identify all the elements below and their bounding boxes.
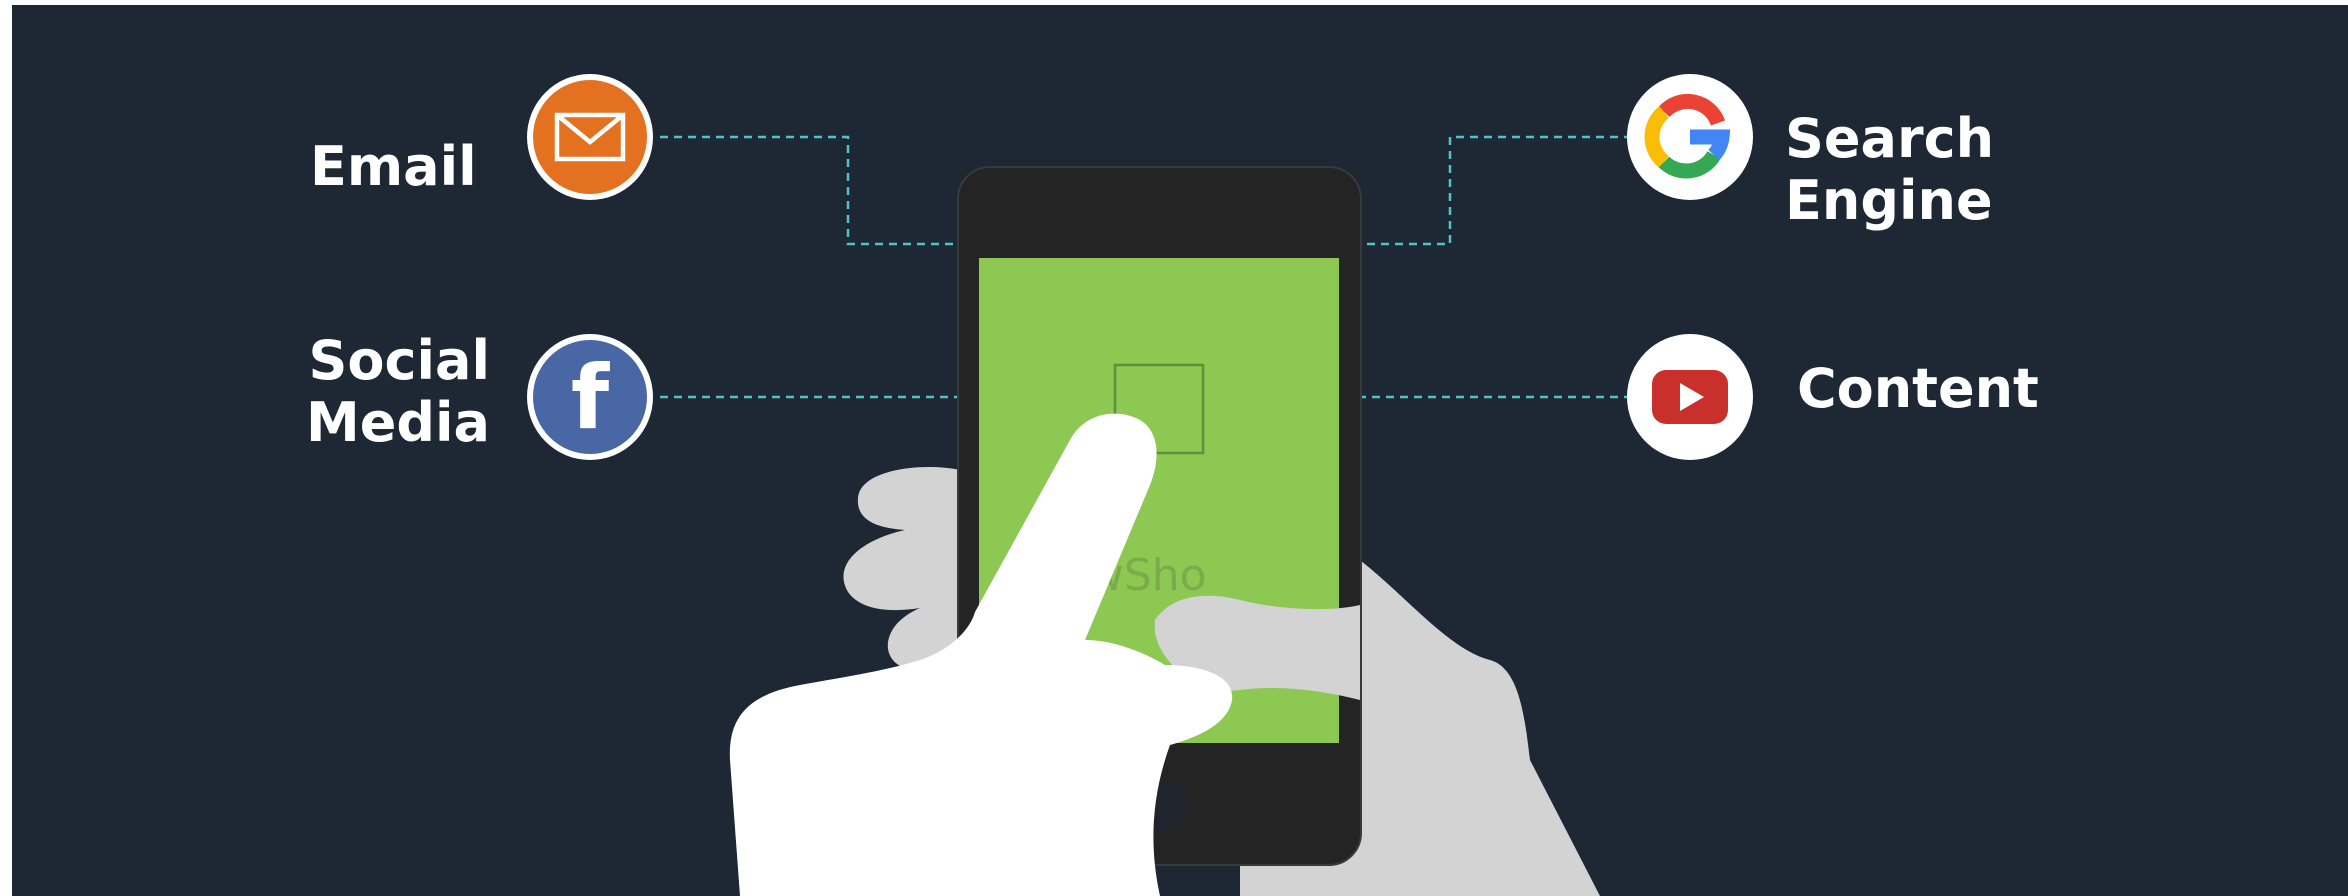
back-hand-left: [843, 467, 960, 668]
social-media-label-line-1: Social: [308, 329, 490, 392]
search-engine-label-line-2: Engine: [1785, 169, 1993, 232]
search-engine-connector: [1360, 135, 1632, 246]
facebook-icon: f: [527, 334, 653, 460]
youtube-icon: [1627, 334, 1753, 460]
envelope-icon: [527, 74, 653, 200]
search-engine-label: Search Engine: [1785, 108, 1994, 232]
social-media-label: Social Media: [290, 330, 490, 454]
content-label: Content: [1797, 357, 2039, 420]
google-icon: [1627, 74, 1753, 200]
social-media-label-line-2: Media: [306, 391, 490, 454]
email-connector: [660, 135, 958, 246]
svg-text:f: f: [571, 346, 611, 449]
search-engine-label-line-1: Search: [1785, 107, 1995, 170]
email-label: Email: [310, 135, 477, 198]
